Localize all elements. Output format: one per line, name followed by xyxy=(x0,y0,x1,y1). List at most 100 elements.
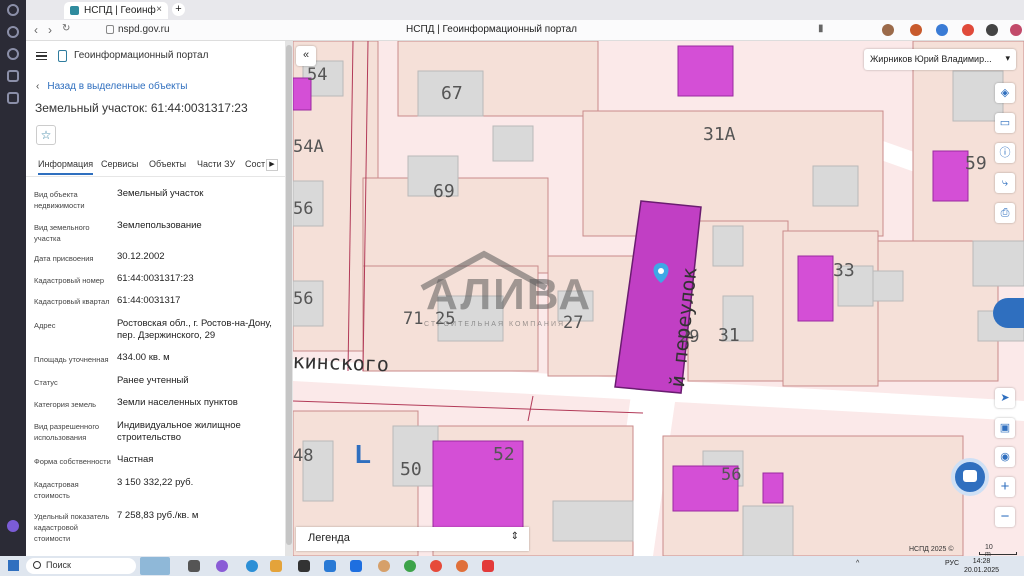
page-title: НСПД | Геоинформационный портал xyxy=(406,24,577,35)
clock-icon[interactable] xyxy=(7,48,19,60)
row-key: Кадастровый номер xyxy=(34,276,105,285)
tab-information[interactable]: Информация xyxy=(38,159,94,175)
row-key: Форма собственности xyxy=(34,457,111,466)
tabs-scroll-right-icon[interactable]: ▶ xyxy=(266,159,278,171)
row-value: 7 258,83 руб./кв. м xyxy=(117,510,199,521)
profile-icon[interactable] xyxy=(7,4,19,16)
task-view-icon[interactable] xyxy=(188,560,200,572)
app-icon[interactable] xyxy=(7,70,19,82)
favorite-star-icon[interactable]: ☆ xyxy=(36,125,56,145)
history-icon[interactable] xyxy=(7,26,19,38)
row-value: 434.00 кв. м xyxy=(117,352,170,363)
share-icon[interactable]: ⤷ xyxy=(995,173,1015,193)
zoom-out-button[interactable]: − xyxy=(995,507,1015,527)
mail-icon[interactable] xyxy=(324,560,336,572)
map-label: 59 xyxy=(965,153,987,174)
row-key: Вид объекта недвижимости xyxy=(34,190,85,210)
chevron-down-icon: ▾ xyxy=(1005,53,1010,63)
ruler-icon[interactable]: ▭ xyxy=(995,113,1015,133)
building xyxy=(742,505,794,556)
extension-icon[interactable] xyxy=(962,24,974,36)
tray-chevron-icon[interactable]: ^ xyxy=(856,560,859,567)
app-icon[interactable] xyxy=(298,560,310,572)
layers-icon[interactable]: ◈ xyxy=(995,83,1015,103)
chat-button[interactable] xyxy=(951,458,989,496)
back-link[interactable]: ‹ Назад в выделенные объекты xyxy=(36,81,187,92)
row-value: 3 150 332,22 руб. xyxy=(117,477,194,488)
scrollbar-thumb[interactable] xyxy=(286,45,292,545)
extension-icon[interactable] xyxy=(1010,24,1022,36)
screenshot-icon[interactable] xyxy=(7,92,19,104)
close-icon[interactable]: × xyxy=(156,4,162,15)
app-icon[interactable] xyxy=(378,560,390,572)
dropbox-icon[interactable] xyxy=(350,560,362,572)
map-canvas[interactable]: 54 67 54А 31А 56 69 59 56 33 71 25 27 29… xyxy=(293,41,1024,556)
search-label: Поиск xyxy=(46,560,71,570)
legend-select[interactable]: Легенда ⇕ xyxy=(296,527,529,551)
highlight-building xyxy=(762,472,784,504)
back-icon[interactable]: ‹ xyxy=(34,23,38,37)
weather-widget-icon[interactable] xyxy=(140,557,170,575)
map-label: 33 xyxy=(833,260,855,281)
yandex-browser-icon[interactable] xyxy=(482,560,494,572)
os-sidebar xyxy=(0,0,26,556)
scale-bar: НСПД 2025 © 10 m xyxy=(909,544,1017,558)
info-icon[interactable]: ⓘ xyxy=(995,143,1015,163)
extension-icon[interactable] xyxy=(910,24,922,36)
support-chat-tab[interactable] xyxy=(993,298,1024,328)
nspd-tab-icon xyxy=(70,6,79,15)
row-value: 61:44:0031317 xyxy=(117,295,181,306)
bookmark-icon[interactable]: ▮ xyxy=(818,23,824,34)
app-icon[interactable] xyxy=(216,560,228,572)
language-indicator[interactable]: РУС xyxy=(945,560,959,567)
edge-icon[interactable] xyxy=(246,560,258,572)
row-key: Удельный показатель кадастровой стоимост… xyxy=(34,512,110,543)
menu-icon[interactable] xyxy=(36,52,47,60)
scale-copyright: НСПД 2025 © xyxy=(909,546,954,553)
map-label: 50 xyxy=(400,459,422,480)
yandex-icon[interactable] xyxy=(430,560,442,572)
user-select[interactable]: Жирников Юрий Владимир... ▾ xyxy=(864,49,1016,70)
url-field[interactable]: nspd.gov.ru xyxy=(118,24,170,35)
chrome-icon[interactable] xyxy=(404,560,416,572)
map-label: 56 xyxy=(293,289,314,309)
extension-icon[interactable] xyxy=(882,24,894,36)
tab-objects[interactable]: Объекты xyxy=(149,159,186,169)
new-tab-button[interactable]: + xyxy=(172,3,185,16)
row-key: Вид разрешенного использования xyxy=(34,422,100,442)
building xyxy=(972,240,1024,287)
user-name: Жирников Юрий Владимир... xyxy=(870,54,992,64)
firefox-icon[interactable] xyxy=(456,560,468,572)
forward-icon[interactable]: › xyxy=(48,23,52,37)
windows-start-icon[interactable] xyxy=(8,560,19,571)
row-key: Категория земель xyxy=(34,400,97,409)
map-label: 31 xyxy=(718,325,740,346)
extension-icon[interactable] xyxy=(986,24,998,36)
locate-icon[interactable]: ➤ xyxy=(995,388,1015,408)
reload-icon[interactable]: ↻ xyxy=(62,23,70,34)
row-key: Адрес xyxy=(34,321,56,330)
explorer-icon[interactable] xyxy=(270,560,282,572)
watermark-word: АЛИВА xyxy=(426,270,593,319)
tab-parts[interactable]: Части ЗУ xyxy=(197,159,235,169)
collapse-panel-button[interactable]: « xyxy=(296,46,316,66)
taskbar-search[interactable]: Поиск xyxy=(26,558,136,574)
assistant-icon[interactable] xyxy=(7,520,19,532)
pin-icon[interactable]: ◉ xyxy=(995,447,1015,467)
row-value: Ростовская обл., г. Ростов-на-Дону, пер.… xyxy=(117,318,272,341)
panel-scrollbar[interactable] xyxy=(285,41,293,556)
clock[interactable]: 14:28 20.01.2025 xyxy=(964,557,999,575)
print-icon[interactable]: ⎙ xyxy=(995,203,1015,223)
lock-icon xyxy=(106,25,114,34)
browser-tab[interactable]: НСПД | Геоинформационный портал × xyxy=(64,2,168,19)
map-label: 69 xyxy=(433,181,455,202)
tab-composition[interactable]: Состав xyxy=(245,159,265,169)
date: 20.01.2025 xyxy=(964,567,1000,574)
zoom-in-button[interactable]: + xyxy=(995,477,1015,497)
map-frame-icon[interactable]: ▣ xyxy=(995,418,1015,438)
row-key: Вид земельного участка xyxy=(34,223,90,243)
row-key: Дата присвоения xyxy=(34,254,94,263)
extension-icon[interactable] xyxy=(936,24,948,36)
tab-services[interactable]: Сервисы xyxy=(101,159,138,169)
row-key: Статус xyxy=(34,378,58,387)
